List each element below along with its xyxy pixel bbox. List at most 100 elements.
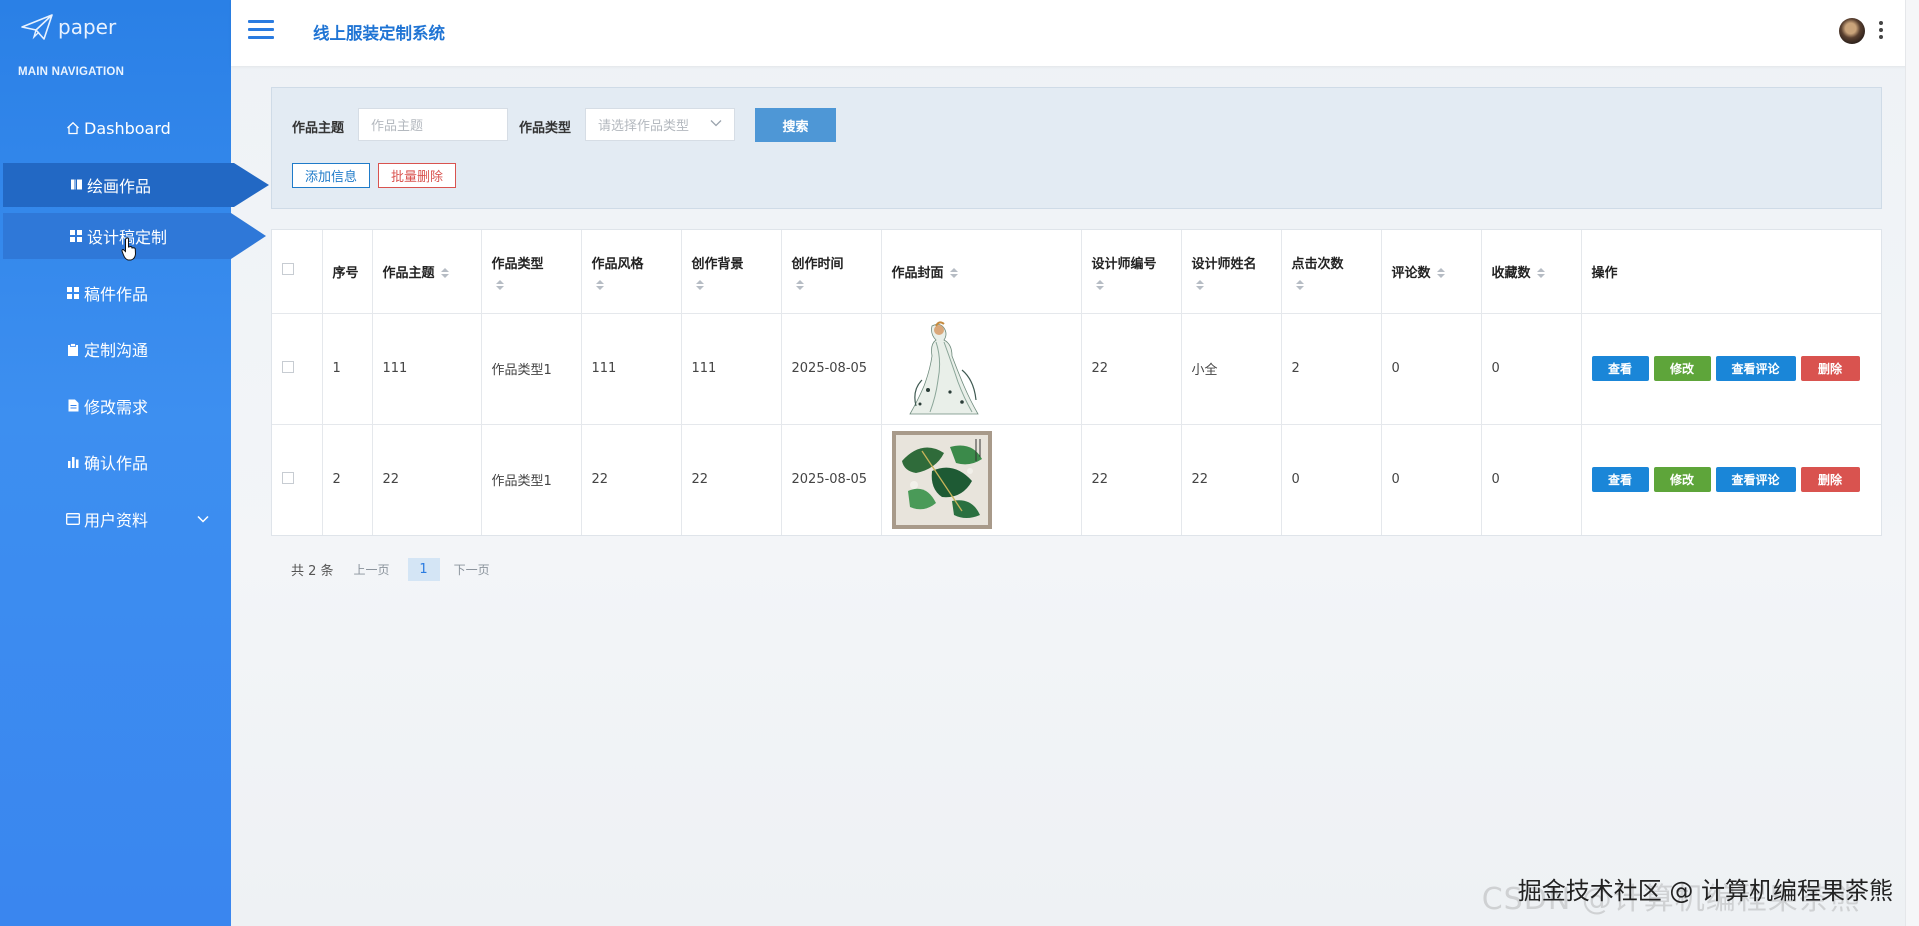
page-1-button[interactable]: 1 <box>407 558 440 581</box>
row-select-cell <box>272 313 323 425</box>
cell-time: 2025-08-05 <box>781 424 882 535</box>
brand-logo[interactable]: paper <box>20 12 116 42</box>
sidebar-item-profile[interactable]: 用户资料 <box>0 491 231 548</box>
cell-clicks: 0 <box>1281 424 1382 535</box>
col-header-type[interactable]: 作品类型 <box>481 230 582 314</box>
prev-page-link[interactable]: 上一页 <box>354 561 390 578</box>
col-header-clicks[interactable]: 点击次数 <box>1281 230 1382 314</box>
sidebar-item-manuscripts[interactable]: 稿件作品 <box>0 265 231 322</box>
view-button[interactable]: 查看 <box>1591 356 1649 381</box>
col-header-style[interactable]: 作品风格 <box>581 230 682 314</box>
col-header-background[interactable]: 创作背景 <box>681 230 782 314</box>
cell-type: 作品类型1 <box>481 424 582 535</box>
sidebar-item-label: 定制沟通 <box>84 341 149 361</box>
sidebar-item-confirm[interactable]: 确认作品 <box>0 434 231 491</box>
cover-image[interactable] <box>891 430 992 529</box>
sort-icon[interactable] <box>1195 279 1204 290</box>
next-page-link[interactable]: 下一页 <box>454 561 490 578</box>
col-header-designer-no[interactable]: 设计师编号 <box>1081 230 1182 314</box>
grid-icon <box>67 230 85 242</box>
cell-index: 1 <box>322 313 373 425</box>
cell-index: 2 <box>322 424 373 535</box>
cell-favorites: 0 <box>1481 313 1582 425</box>
sort-icon[interactable] <box>949 268 958 279</box>
row-select-cell <box>272 424 323 535</box>
cell-designer-no: 22 <box>1081 424 1182 535</box>
table-row: 2 22 作品类型1 22 22 2025-08-05 22 22 0 0 0 … <box>272 424 1881 535</box>
top-bar: 线上服装定制系统 <box>231 0 1919 66</box>
sidebar-item-design-custom[interactable]: 设计稿定制 <box>3 213 266 259</box>
sidebar-item-label: 绘画作品 <box>87 176 152 196</box>
cell-background: 111 <box>681 313 782 425</box>
select-all-cell <box>272 230 323 314</box>
chevron-down-icon[interactable] <box>197 512 209 526</box>
view-comments-button[interactable]: 查看评论 <box>1715 467 1796 493</box>
cover-image[interactable] <box>891 319 992 418</box>
col-header-time[interactable]: 创作时间 <box>781 230 882 314</box>
table-header-row: 序号 作品主题 作品类型 作品风格 创作背景 创作时间 作品封面 设计师编号 设… <box>272 230 1881 314</box>
edit-button[interactable]: 修改 <box>1653 356 1711 381</box>
sidebar-item-label: 稿件作品 <box>84 284 149 304</box>
cell-background: 22 <box>681 424 782 535</box>
sort-icon[interactable] <box>1295 279 1304 290</box>
clipboard-icon <box>64 342 82 356</box>
sort-icon[interactable] <box>1436 268 1445 279</box>
main-nav: Dashboard 绘画作品 设计稿定制 稿件作品 定制沟通 修改需求 确认作品… <box>0 100 269 548</box>
col-header-designer-name[interactable]: 设计师姓名 <box>1181 230 1282 314</box>
scrollbar[interactable] <box>1905 0 1919 926</box>
delete-button[interactable]: 删除 <box>1800 356 1860 381</box>
sort-icon[interactable] <box>795 279 804 290</box>
chevron-down-icon <box>710 117 722 130</box>
cell-comments: 0 <box>1381 424 1482 535</box>
hand-cursor-icon <box>121 237 137 261</box>
type-select[interactable]: 请选择作品类型 <box>585 108 735 141</box>
sort-icon[interactable] <box>595 279 604 290</box>
works-table: 序号 作品主题 作品类型 作品风格 创作背景 创作时间 作品封面 设计师编号 设… <box>271 229 1882 536</box>
cell-topic: 22 <box>372 424 482 535</box>
col-header-cover[interactable]: 作品封面 <box>881 230 1082 314</box>
file-icon <box>64 399 82 412</box>
watermark: CSDN @计算机编程果茶熊 掘金技术社区 @ 计算机编程果茶熊 <box>1482 871 1893 917</box>
sort-icon[interactable] <box>440 268 449 279</box>
cell-designer-no: 22 <box>1081 313 1182 425</box>
col-header-favorites[interactable]: 收藏数 <box>1481 230 1582 314</box>
search-panel: 作品主题 作品主题 作品类型 请选择作品类型 搜索 添加信息 批量删除 <box>271 87 1882 209</box>
sidebar-item-paintings[interactable]: 绘画作品 <box>3 162 269 207</box>
book-icon <box>67 178 85 191</box>
edit-button[interactable]: 修改 <box>1653 467 1711 493</box>
sort-icon[interactable] <box>1536 268 1545 279</box>
cell-style: 111 <box>581 313 682 425</box>
delete-button[interactable]: 删除 <box>1800 467 1860 493</box>
more-options-icon[interactable] <box>1879 21 1883 42</box>
row-checkbox[interactable] <box>282 360 294 373</box>
sidebar-item-label: 确认作品 <box>84 454 149 474</box>
sidebar: paper MAIN NAVIGATION Dashboard 绘画作品 设计稿… <box>0 0 269 926</box>
sidebar-item-revision[interactable]: 修改需求 <box>0 378 231 435</box>
add-info-button[interactable]: 添加信息 <box>292 163 370 188</box>
view-comments-button[interactable]: 查看评论 <box>1715 356 1796 381</box>
pagination: 共 2 条 上一页 1 下一页 <box>291 558 490 581</box>
sort-icon[interactable] <box>1095 279 1104 290</box>
topic-search-input[interactable]: 作品主题 <box>358 108 508 141</box>
search-button[interactable]: 搜索 <box>755 108 836 142</box>
view-button[interactable]: 查看 <box>1591 467 1649 493</box>
sidebar-item-label: 用户资料 <box>84 510 149 530</box>
cell-cover <box>881 313 1082 425</box>
cell-clicks: 2 <box>1281 313 1382 425</box>
batch-delete-button[interactable]: 批量删除 <box>378 163 456 188</box>
col-header-comments[interactable]: 评论数 <box>1381 230 1482 314</box>
sort-icon[interactable] <box>495 279 504 290</box>
sort-icon[interactable] <box>695 279 704 290</box>
menu-toggle-icon[interactable] <box>248 20 274 42</box>
row-checkbox[interactable] <box>282 471 294 484</box>
col-header-topic[interactable]: 作品主题 <box>372 230 482 314</box>
cell-topic: 111 <box>372 313 482 425</box>
cell-designer-name: 22 <box>1181 424 1282 535</box>
avatar[interactable] <box>1839 18 1865 44</box>
select-all-checkbox[interactable] <box>282 263 294 276</box>
col-header-index: 序号 <box>322 230 373 314</box>
sidebar-item-communication[interactable]: 定制沟通 <box>0 321 231 378</box>
topic-label: 作品主题 <box>292 121 345 136</box>
sidebar-item-label: 修改需求 <box>84 397 149 417</box>
sidebar-item-dashboard[interactable]: Dashboard <box>0 100 231 157</box>
